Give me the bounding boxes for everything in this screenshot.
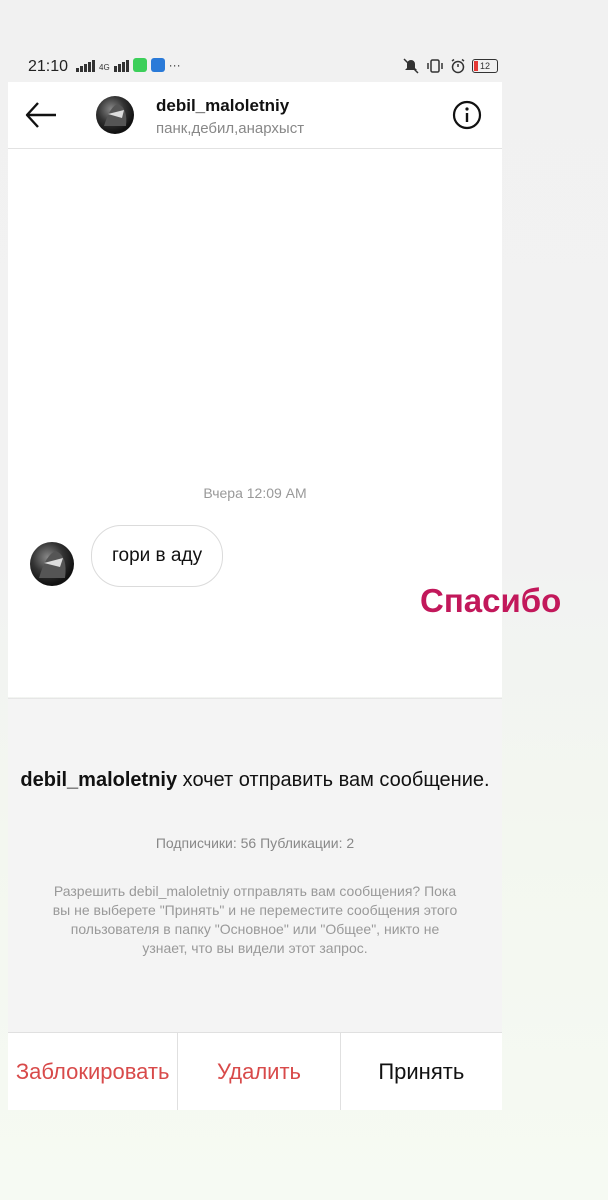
- vk-app-icon: [150, 58, 165, 72]
- request-actions: Заблокировать Удалить Принять: [8, 1032, 502, 1110]
- status-time: 21:10: [28, 58, 69, 75]
- accept-button[interactable]: Принять: [341, 1033, 502, 1110]
- more-notifications-icon: ···: [168, 58, 181, 72]
- signal-icon-2: [113, 60, 129, 72]
- block-button[interactable]: Заблокировать: [8, 1033, 179, 1110]
- avatar[interactable]: [96, 96, 134, 134]
- message-bubble[interactable]: гори в аду: [91, 525, 224, 587]
- message-request-panel: debil_maloletniy хочет отправить вам соо…: [8, 698, 502, 1033]
- battery-icon: 12: [472, 59, 498, 73]
- status-left-icons: 4G ···: [76, 58, 181, 72]
- request-title-text: хочет отправить вам сообщение.: [177, 769, 490, 791]
- status-bar: 21:10 4G ··· 12: [0, 50, 502, 84]
- info-icon[interactable]: [452, 100, 482, 130]
- request-username: debil_maloletniy: [20, 769, 178, 791]
- alarm-icon: [451, 58, 465, 74]
- mute-icon: [403, 58, 419, 74]
- back-arrow-icon[interactable]: [24, 98, 58, 132]
- message-timestamp: Вчера 12:09 AM: [203, 485, 307, 501]
- request-stats: Подписчики: 56 Публикации: 2: [155, 835, 355, 851]
- story-overlay-text: Спасибо: [420, 582, 562, 619]
- signal-icon: [76, 60, 95, 72]
- status-right-icons: 12: [402, 58, 498, 74]
- header-bio: панк,дебил,анархыст: [156, 120, 305, 137]
- sender-avatar[interactable]: [30, 542, 74, 586]
- chat-header: debil_maloletniy панк,дебил,анархыст: [8, 82, 502, 149]
- delete-button[interactable]: Удалить: [178, 1033, 341, 1110]
- header-username[interactable]: debil_maloletniy: [156, 96, 289, 116]
- request-title: debil_maloletniy хочет отправить вам соо…: [8, 767, 502, 794]
- request-description: Разрешить debil_maloletniy отправлять ва…: [52, 883, 458, 956]
- messages-app-icon: [132, 58, 147, 72]
- network-type-label: 4G: [99, 63, 110, 72]
- vibrate-icon: [427, 59, 443, 73]
